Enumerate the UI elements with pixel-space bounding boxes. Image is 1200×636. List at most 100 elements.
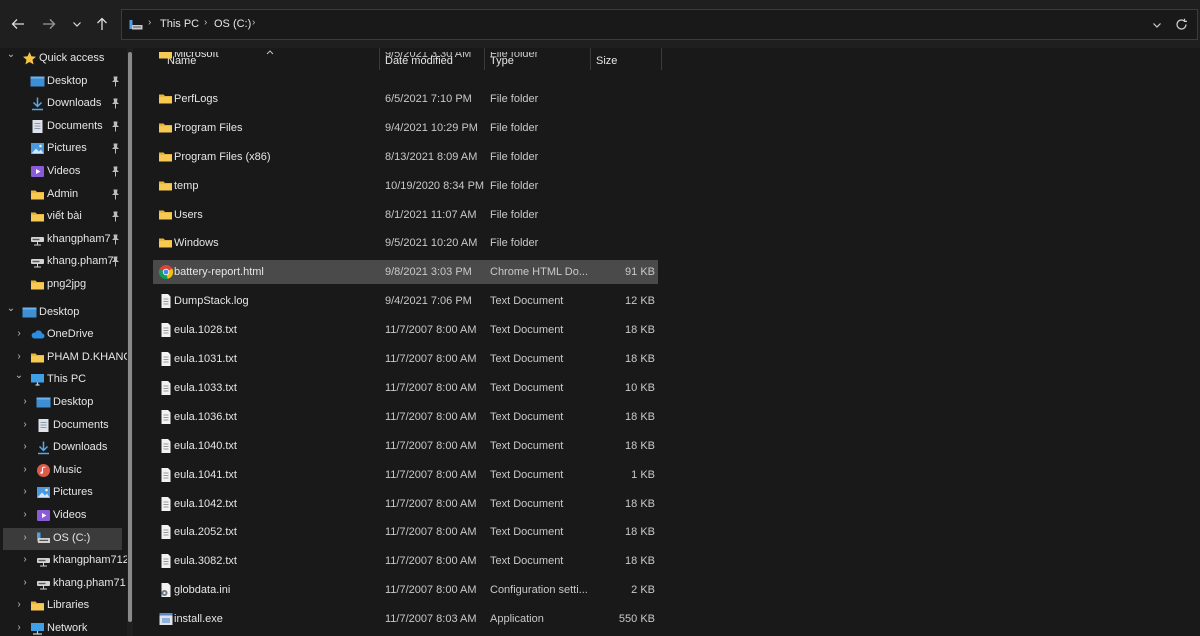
nav-item[interactable]: › Downloads: [0, 437, 128, 459]
file-row[interactable]: eula.2052.txt 11/7/2007 8:00 AM Text Docum…: [153, 520, 658, 544]
expand-chevron-right-icon[interactable]: ›: [14, 328, 24, 340]
nav-item[interactable]: › OneDrive: [0, 324, 128, 346]
file-row[interactable]: eula.1041.txt 11/7/2007 8:00 AM Text Docum…: [153, 463, 658, 487]
expand-chevron-right-icon[interactable]: ›: [20, 509, 30, 521]
file-name: eula.1033.txt: [174, 381, 237, 394]
file-row[interactable]: Windows 9/5/2021 10:20 AM File folder: [153, 231, 658, 255]
expand-chevron-right-icon[interactable]: ›: [20, 441, 30, 453]
file-row[interactable]: eula.1042.txt 11/7/2007 8:00 AM Text Docum…: [153, 492, 658, 516]
address-bar[interactable]: › This PC › OS (C:) ›: [121, 9, 1198, 40]
forward-arrow-icon[interactable]: [38, 12, 60, 36]
file-date-modified: 11/7/2007 8:00 AM: [385, 353, 477, 365]
file-type: Text Document: [490, 526, 564, 539]
file-row[interactable]: Microsoft 9/5/2021 3:30 AM File folder: [153, 52, 658, 70]
folder-icon: [158, 91, 174, 107]
file-row[interactable]: eula.1040.txt 11/7/2007 8:00 AM Text Docum…: [153, 434, 658, 458]
breadcrumb-separator: ›: [204, 17, 208, 28]
navigation-scrollbar-thumb[interactable]: [128, 52, 132, 622]
file-type: File folder: [490, 179, 539, 192]
address-chevron-down-icon[interactable]: [1152, 20, 1162, 33]
refresh-icon[interactable]: [1175, 18, 1188, 34]
nav-item[interactable]: › Documents: [0, 415, 128, 437]
file-row[interactable]: eula.3082.txt 11/7/2007 8:00 AM Text Docum…: [153, 549, 658, 573]
back-arrow-icon[interactable]: [7, 12, 29, 36]
nav-item[interactable]: › Videos: [0, 505, 128, 527]
nav-item[interactable]: Documents: [0, 116, 128, 138]
nav-item[interactable]: Videos: [0, 161, 128, 183]
nav-item-label: Videos: [47, 165, 81, 177]
nav-item[interactable]: png2jpg: [0, 274, 128, 296]
nav-item-label: Pictures: [53, 486, 93, 499]
file-row[interactable]: battery-report.html 9/8/2021 3:03 PM Chrom…: [153, 260, 658, 285]
nav-item[interactable]: Pictures: [0, 138, 128, 160]
expand-chevron-right-icon[interactable]: ›: [14, 351, 24, 363]
file-row[interactable]: temp 10/19/2020 8:34 PM File folder: [153, 174, 658, 198]
file-size: 18 KB: [625, 353, 655, 365]
breadcrumb-os-c[interactable]: OS (C:): [214, 18, 251, 30]
expand-chevron-right-icon[interactable]: ›: [14, 599, 24, 611]
file-row[interactable]: Users 8/1/2021 11:07 AM File folder: [153, 203, 658, 227]
expand-chevron-right-icon[interactable]: ›: [20, 396, 30, 408]
nav-item[interactable]: › Music: [0, 460, 128, 482]
file-row[interactable]: eula.1028.txt 11/7/2007 8:00 AM Text Docum…: [153, 318, 658, 342]
expand-chevron-right-icon[interactable]: ›: [20, 577, 30, 589]
nav-item[interactable]: › khang.pham71: [0, 573, 128, 595]
nav-item[interactable]: ⌄ Quick access: [0, 48, 128, 70]
file-date-modified: 11/7/2007 8:03 AM: [385, 613, 477, 626]
file-row[interactable]: eula.1036.txt 11/7/2007 8:00 AM Text Docum…: [153, 405, 658, 429]
network-drive-icon: [36, 576, 51, 591]
file-date-modified: 9/5/2021 10:20 AM: [385, 237, 478, 250]
nav-item[interactable]: › OS (C:): [3, 527, 122, 550]
file-row[interactable]: install.exe 11/7/2007 8:03 AM Application 5…: [153, 607, 658, 631]
breadcrumb-this-pc[interactable]: This PC: [160, 18, 199, 30]
expand-chevron-right-icon[interactable]: ›: [20, 532, 30, 544]
nav-item[interactable]: viết bài: [0, 206, 128, 228]
nav-item[interactable]: › Libraries: [0, 595, 128, 617]
nav-item-label: OS (C:): [53, 531, 91, 544]
expand-chevron-right-icon[interactable]: ›: [14, 622, 24, 634]
nav-item[interactable]: › Desktop: [0, 392, 128, 414]
nav-item[interactable]: ⌄ Desktop: [0, 302, 128, 324]
file-date-modified: 11/7/2007 8:00 AM: [385, 439, 477, 452]
expand-chevron-down-icon[interactable]: ⌄: [14, 370, 24, 382]
nav-item[interactable]: › Network: [0, 618, 128, 636]
file-row[interactable]: eula.1031.txt 11/7/2007 8:00 AM Text Docum…: [153, 347, 658, 371]
file-date-modified: 11/7/2007 8:00 AM: [385, 410, 477, 423]
nav-item[interactable]: Desktop: [0, 71, 128, 93]
nav-item-label: Videos: [53, 509, 87, 521]
file-row[interactable]: DumpStack.log 9/4/2021 7:06 PM Text Docume…: [153, 289, 658, 313]
folder-icon: [158, 178, 174, 194]
pin-icon: [111, 256, 120, 267]
column-divider[interactable]: [661, 48, 662, 70]
nav-item[interactable]: Admin: [0, 184, 128, 206]
file-type: File folder: [490, 150, 539, 163]
file-name: Users: [174, 208, 203, 221]
file-row[interactable]: Program Files (x86) 8/13/2021 8:09 AM File…: [153, 145, 658, 169]
file-size: 18 KB: [625, 497, 655, 510]
expand-chevron-right-icon[interactable]: ›: [20, 554, 30, 566]
expand-chevron-right-icon[interactable]: ›: [20, 419, 30, 431]
nav-item[interactable]: › Pictures: [0, 482, 128, 504]
text-file-icon: [158, 409, 174, 425]
file-row[interactable]: globdata.ini 11/7/2007 8:00 AM Configurati…: [153, 578, 658, 602]
nav-item[interactable]: ⌄ This PC: [0, 369, 128, 391]
file-size: 18 KB: [625, 526, 655, 539]
expand-chevron-right-icon[interactable]: ›: [20, 464, 30, 476]
text-file-icon: [158, 524, 174, 540]
nav-item[interactable]: khangpham7: [0, 229, 128, 251]
expand-chevron-down-icon[interactable]: ⌄: [6, 49, 16, 61]
up-arrow-icon[interactable]: [91, 12, 113, 36]
text-file-icon: [158, 293, 174, 309]
file-type: Text Document: [490, 497, 564, 510]
file-row[interactable]: PerfLogs 6/5/2021 7:10 PM File folder: [153, 87, 658, 111]
file-row[interactable]: eula.1033.txt 11/7/2007 8:00 AM Text Docum…: [153, 376, 658, 400]
nav-item[interactable]: khang.pham7: [0, 251, 128, 273]
file-row[interactable]: Program Files 9/4/2021 10:29 PM File folde…: [153, 116, 658, 140]
expand-chevron-down-icon[interactable]: ⌄: [6, 303, 16, 315]
file-type: File folder: [490, 237, 539, 250]
nav-item[interactable]: › PHAM D.KHANG: [0, 347, 132, 369]
nav-item[interactable]: › khangpham712: [0, 550, 129, 572]
chevron-down-icon[interactable]: [66, 12, 88, 36]
nav-item[interactable]: Downloads: [0, 93, 128, 115]
expand-chevron-right-icon[interactable]: ›: [20, 486, 30, 498]
